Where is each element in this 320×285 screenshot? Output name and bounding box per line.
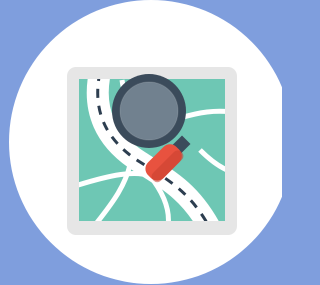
- map-search-icon: [9, 0, 282, 284]
- icon-stage: [0, 0, 282, 285]
